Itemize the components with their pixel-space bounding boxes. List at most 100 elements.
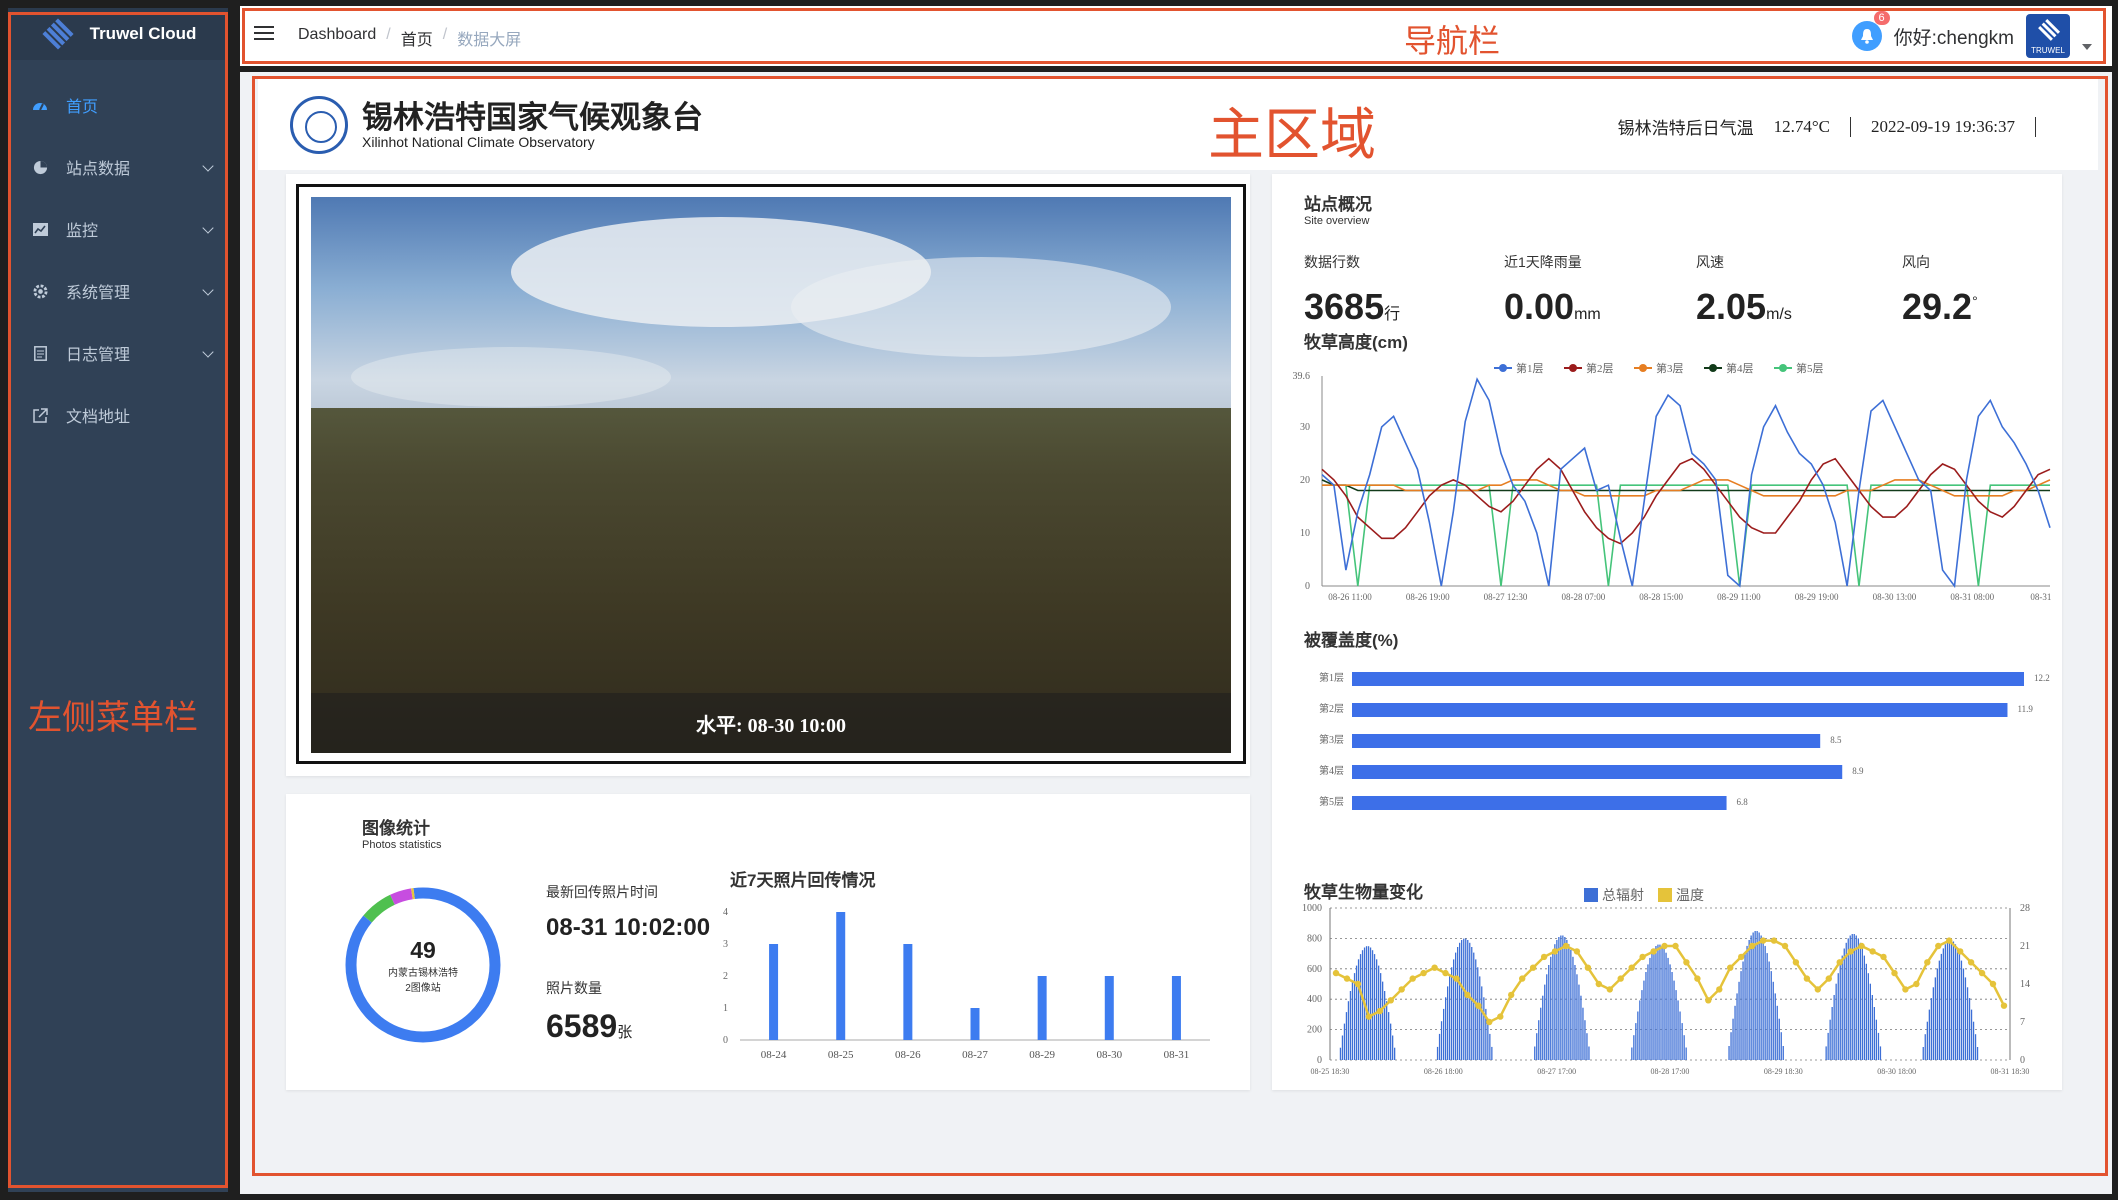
temperature-point	[1847, 948, 1854, 955]
temperature-point	[1935, 942, 1942, 950]
radiation-bar	[1548, 965, 1550, 1060]
temperature-point	[1343, 975, 1351, 982]
temperature-point	[1727, 964, 1734, 971]
sidebar-item-label: 文档地址	[66, 409, 131, 426]
bar	[1352, 734, 1821, 748]
radiation-bar	[1491, 1046, 1493, 1060]
radiation-bar	[1760, 935, 1762, 1060]
photo-stats-heading: 图像统计 Photos statistics	[362, 814, 441, 851]
radiation-bar	[1938, 960, 1940, 1060]
temperature-point	[1332, 969, 1340, 977]
breadcrumb-home[interactable]: 首页	[401, 26, 433, 50]
radiation-bar	[1974, 1034, 1977, 1060]
radiation-bar	[1661, 946, 1663, 1060]
temperature-point	[1617, 975, 1624, 982]
sidebar-item-logs[interactable]: 日志管理	[8, 322, 228, 384]
stat-wind-speed: 风速 2.05m/s	[1696, 252, 1792, 328]
photo-stats-subtitle: Photos statistics	[362, 839, 442, 851]
radiation-bar	[1487, 1021, 1489, 1060]
legend-label: 第3层	[1656, 361, 1684, 375]
stat-unit: m/s	[1766, 306, 1792, 323]
stat-value: 3685行	[1304, 286, 1400, 328]
bar	[903, 944, 913, 1040]
temperature-point	[1628, 964, 1635, 971]
breadcrumb-dashboard[interactable]: Dashboard	[298, 26, 376, 50]
biomass-chart[interactable]: 总辐射 温度 0 200 400 600 800 1000 0 7 14 21 28 08-25 18:3…	[1284, 878, 2054, 1078]
avatar[interactable]: TRUWEL	[2026, 14, 2070, 58]
radiation-bar	[1568, 944, 1570, 1060]
stat-value: 29.2°	[1902, 286, 1978, 328]
notification-bell-icon[interactable]: 6	[1851, 11, 1890, 51]
sidebar-item-site-data[interactable]: 站点数据	[8, 136, 228, 198]
radiation-bar	[1367, 946, 1370, 1060]
radiation-bar	[1558, 937, 1560, 1060]
radiation-bar	[1546, 974, 1548, 1060]
temperature-point	[1551, 948, 1559, 955]
radiation-bar	[1875, 1019, 1877, 1060]
y-tick-label: 30	[1300, 422, 1310, 433]
legend-marker	[1639, 364, 1647, 372]
coverage-chart[interactable]: 第1层 12.2 第2层 11.9 第3层 8.5 第4层 8.9 第5层 6.8	[1284, 652, 2054, 812]
radiation-bar	[1972, 1021, 1975, 1060]
camera-image[interactable]: 水平: 08-30 10:00	[311, 197, 1231, 753]
legend-marker	[1499, 364, 1507, 372]
radiation-bar	[1671, 972, 1673, 1060]
navbar: Dashboard / 首页 / 数据大屏 6 你好:chengkm TRUWE…	[240, 6, 2112, 66]
sidebar-item-label: 监控	[66, 223, 99, 240]
bar	[1104, 976, 1114, 1040]
radiation-bar	[1373, 954, 1376, 1060]
radiation-bar	[1940, 953, 1942, 1060]
legend-label: 第2层	[1586, 361, 1614, 375]
stat-number: 29.2	[1902, 286, 1973, 327]
radiation-bar	[1835, 983, 1837, 1060]
radiation-bar	[1772, 981, 1774, 1060]
sidebar-item-docs[interactable]: 文档地址	[8, 384, 228, 446]
y-tick-label: 10	[1300, 528, 1310, 539]
sidebar-item-monitor[interactable]: 监控	[8, 198, 228, 260]
photo-count-value: 6589张	[546, 1008, 632, 1045]
sidebar-logo[interactable]: Truwel Cloud	[8, 8, 228, 60]
radiation-bar	[1730, 1032, 1732, 1060]
pie-chart-icon	[32, 159, 48, 175]
sidebar-item-label: 首页	[66, 99, 99, 116]
photo-bars-chart[interactable]: 0 1 2 3 4 08-24 08-25 08-26 08-27 08-29 08-30 08-31	[720, 890, 1220, 1080]
monitor-icon	[32, 221, 48, 237]
radiation-bar	[1390, 1023, 1392, 1060]
radiation-bar	[1681, 1023, 1683, 1060]
hamburger-icon[interactable]	[254, 26, 274, 42]
grass-height-chart[interactable]: 第1层 第2层 第3层 第4层 第5层 0 10 20 30 39.6 08-26 11:00 08-…	[1284, 346, 2055, 616]
radiation-bar	[1825, 1046, 1827, 1060]
stat-unit: mm	[1574, 306, 1601, 323]
radiation-bar	[1968, 998, 1971, 1060]
radiation-bar	[1960, 960, 1963, 1060]
x-tick-label: 08-31 19:3	[2030, 592, 2054, 602]
sidebar-item-home[interactable]: 首页	[8, 74, 228, 136]
temperature-point	[1431, 964, 1438, 971]
temperature-point	[1803, 975, 1811, 982]
sidebar-item-system[interactable]: 系统管理	[8, 260, 228, 322]
radiation-bar	[1556, 939, 1558, 1060]
user-greeting[interactable]: 你好:chengkm	[1894, 23, 2014, 50]
temperature-point	[1781, 942, 1789, 950]
temperature-point	[1376, 1007, 1383, 1015]
divider	[1849, 116, 1851, 137]
radiation-bar	[1976, 1047, 1979, 1060]
browser-frame: Truwel Cloud 首页 站点数据 监控 系统管理 日志管理 文档地址 左…	[0, 0, 2118, 1200]
sidebar: Truwel Cloud 首页 站点数据 监控 系统管理 日志管理 文档地址	[8, 8, 228, 1192]
temperature-point	[1869, 948, 1876, 955]
y-tick-label: 800	[1307, 933, 1322, 944]
caret-down-icon[interactable]	[2082, 44, 2092, 50]
fisheye-vignette	[311, 197, 1231, 753]
radiation-bar	[1455, 952, 1457, 1060]
radiation-bar	[1853, 934, 1855, 1060]
radiation-bar	[1778, 1018, 1780, 1060]
donut-center: 49 内蒙古锡林浩特 2图像站	[336, 878, 510, 1052]
temperature-point	[1409, 975, 1416, 982]
x-tick-label: 08-28 07:00	[1561, 592, 1605, 602]
brand-name: Truwel Cloud	[89, 24, 197, 43]
radiation-bar	[1855, 935, 1857, 1060]
radiation-bar	[1756, 931, 1758, 1060]
radiation-bar	[1380, 973, 1382, 1060]
radiation-bar	[1341, 1035, 1344, 1060]
x-tick-label: 08-25	[828, 1049, 854, 1061]
